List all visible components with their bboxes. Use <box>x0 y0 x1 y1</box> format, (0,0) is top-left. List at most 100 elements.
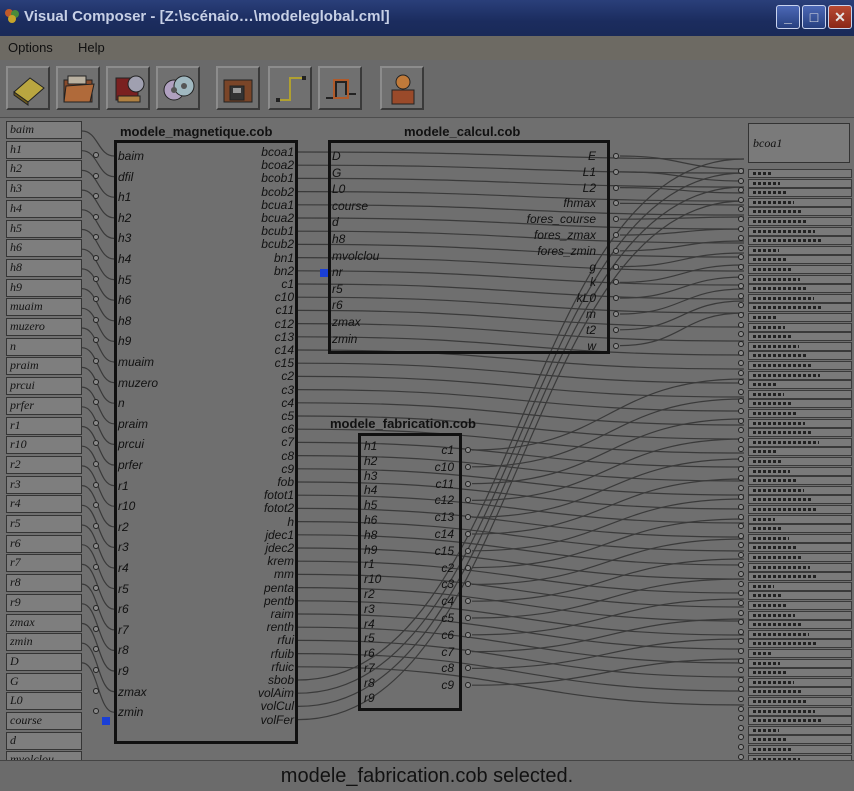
output-variable-item[interactable] <box>748 437 852 447</box>
input-variable-item[interactable]: h2 <box>6 160 82 179</box>
port-input-fabrication[interactable]: r3 <box>364 602 375 616</box>
output-variable-item[interactable] <box>748 332 852 342</box>
output-variable-item[interactable] <box>748 389 852 399</box>
port-output-magnetique[interactable]: krem <box>267 554 294 568</box>
port-output-magnetique[interactable]: c1 <box>281 277 294 291</box>
port-connector-out[interactable] <box>465 447 471 453</box>
port-output-fabrication[interactable]: c10 <box>435 460 454 474</box>
input-variable-item[interactable]: h5 <box>6 219 82 238</box>
port-connector-in[interactable] <box>93 152 99 158</box>
port-connector-out[interactable] <box>465 531 471 537</box>
port-connector-in[interactable] <box>93 255 99 261</box>
output-variable-item[interactable] <box>748 725 852 735</box>
port-output-magnetique[interactable]: bcua1 <box>261 198 294 212</box>
port-output-fabrication[interactable]: c6 <box>441 628 454 642</box>
port-input-fabrication[interactable]: r10 <box>364 572 381 586</box>
input-variable-item[interactable]: d <box>6 731 82 750</box>
port-connector-out[interactable] <box>465 564 471 571</box>
output-variable-item[interactable] <box>748 485 852 495</box>
port-output-fabrication[interactable]: c3 <box>441 577 454 591</box>
port-connector-in[interactable] <box>93 358 99 364</box>
port-output-calcul[interactable]: fores_zmax <box>534 228 596 242</box>
port-input-magnetique[interactable]: h4 <box>118 252 131 266</box>
output-variable-item[interactable] <box>748 591 852 601</box>
output-variable-item[interactable] <box>748 466 852 476</box>
port-output-magnetique[interactable]: bcob1 <box>261 171 294 185</box>
port-connector-out[interactable] <box>613 263 619 270</box>
port-output-magnetique[interactable]: bn1 <box>274 251 294 265</box>
port-output-magnetique[interactable]: fob <box>277 475 294 489</box>
maximize-button[interactable]: □ <box>802 5 826 29</box>
output-variable-item[interactable] <box>748 668 852 678</box>
port-connector-out[interactable] <box>613 184 619 191</box>
port-output-magnetique[interactable]: volFer <box>261 713 294 727</box>
port-connector-in[interactable] <box>93 461 99 467</box>
port-input-fabrication[interactable]: h1 <box>364 439 377 453</box>
port-output-magnetique[interactable]: c6 <box>281 422 294 436</box>
output-variable-item[interactable] <box>748 313 852 322</box>
port-output-magnetique[interactable]: bcub1 <box>261 224 294 238</box>
port-output-magnetique[interactable]: penta <box>264 581 294 595</box>
port-connector-out[interactable] <box>465 480 471 487</box>
input-variable-item[interactable]: mvolclou <box>6 751 82 760</box>
port-output-calcul[interactable]: L1 <box>583 165 596 179</box>
input-variable-item[interactable]: muzero <box>6 318 82 336</box>
port-connector-in[interactable] <box>93 419 99 426</box>
port-input-calcul[interactable]: nr <box>332 265 343 279</box>
input-variable-item[interactable]: G <box>6 672 82 691</box>
output-variable-item[interactable] <box>748 207 852 217</box>
menu-options[interactable]: Options <box>8 40 53 55</box>
port-connector-out[interactable] <box>465 631 471 638</box>
port-input-magnetique[interactable]: h2 <box>118 211 131 225</box>
port-output-magnetique[interactable]: jdec2 <box>265 541 294 555</box>
port-input-calcul[interactable]: h8 <box>332 232 345 246</box>
port-output-magnetique[interactable]: bcub2 <box>261 237 294 251</box>
port-connector-in[interactable] <box>93 481 99 488</box>
port-input-calcul[interactable]: D <box>332 149 341 163</box>
port-output-magnetique[interactable]: c9 <box>281 462 294 476</box>
port-input-fabrication[interactable]: r7 <box>364 661 375 675</box>
input-variable-item[interactable]: h6 <box>6 239 82 258</box>
port-input-magnetique[interactable]: r2 <box>118 520 129 534</box>
output-variable-item[interactable] <box>748 274 852 284</box>
port-output-magnetique[interactable]: c14 <box>275 343 294 357</box>
selected-input-marker[interactable] <box>102 717 110 725</box>
port-input-magnetique[interactable]: zmax <box>118 685 147 699</box>
port-output-magnetique[interactable]: bcob2 <box>261 185 294 199</box>
input-variable-item[interactable]: baim <box>6 121 82 139</box>
port-input-fabrication[interactable]: h6 <box>364 513 377 527</box>
port-output-magnetique[interactable]: bcua2 <box>261 211 294 225</box>
port-connector-in[interactable] <box>93 378 99 385</box>
port-connector-in[interactable] <box>93 316 99 323</box>
port-input-magnetique[interactable]: r6 <box>118 602 129 616</box>
output-variable-item[interactable] <box>748 226 852 236</box>
port-output-magnetique[interactable]: c13 <box>275 330 294 344</box>
output-variable-item[interactable] <box>748 341 852 351</box>
port-output-magnetique[interactable]: jdec1 <box>265 528 294 542</box>
port-output-magnetique[interactable]: c4 <box>281 396 294 410</box>
cd-button[interactable] <box>156 66 200 110</box>
port-output-calcul[interactable]: kL0 <box>577 291 596 305</box>
output-variable-item[interactable] <box>748 169 852 178</box>
output-variable-item[interactable] <box>748 524 852 534</box>
port-input-fabrication[interactable]: r5 <box>364 631 375 645</box>
output-variable-item[interactable] <box>748 476 852 486</box>
save-folder-button[interactable] <box>216 66 260 110</box>
output-variable-item[interactable] <box>748 351 852 361</box>
port-connector-out[interactable] <box>613 232 619 238</box>
input-variable-item[interactable]: r8 <box>6 574 82 593</box>
output-variable-item[interactable] <box>748 610 852 620</box>
port-output-calcul[interactable]: k <box>590 275 596 289</box>
output-variable-item[interactable] <box>748 428 852 438</box>
port-input-fabrication[interactable]: r6 <box>364 646 375 660</box>
port-input-fabrication[interactable]: h4 <box>364 483 377 497</box>
eraser-tool-button[interactable] <box>6 66 50 110</box>
port-output-calcul[interactable]: E <box>588 149 596 163</box>
input-variable-item[interactable]: prcui <box>6 377 82 396</box>
port-connector-out[interactable] <box>465 648 471 655</box>
port-output-magnetique[interactable]: rfuib <box>271 647 294 661</box>
port-input-magnetique[interactable]: h3 <box>118 231 131 245</box>
output-variable-item[interactable] <box>748 581 852 591</box>
port-input-fabrication[interactable]: h9 <box>364 543 377 557</box>
port-connector-in[interactable] <box>93 172 99 179</box>
